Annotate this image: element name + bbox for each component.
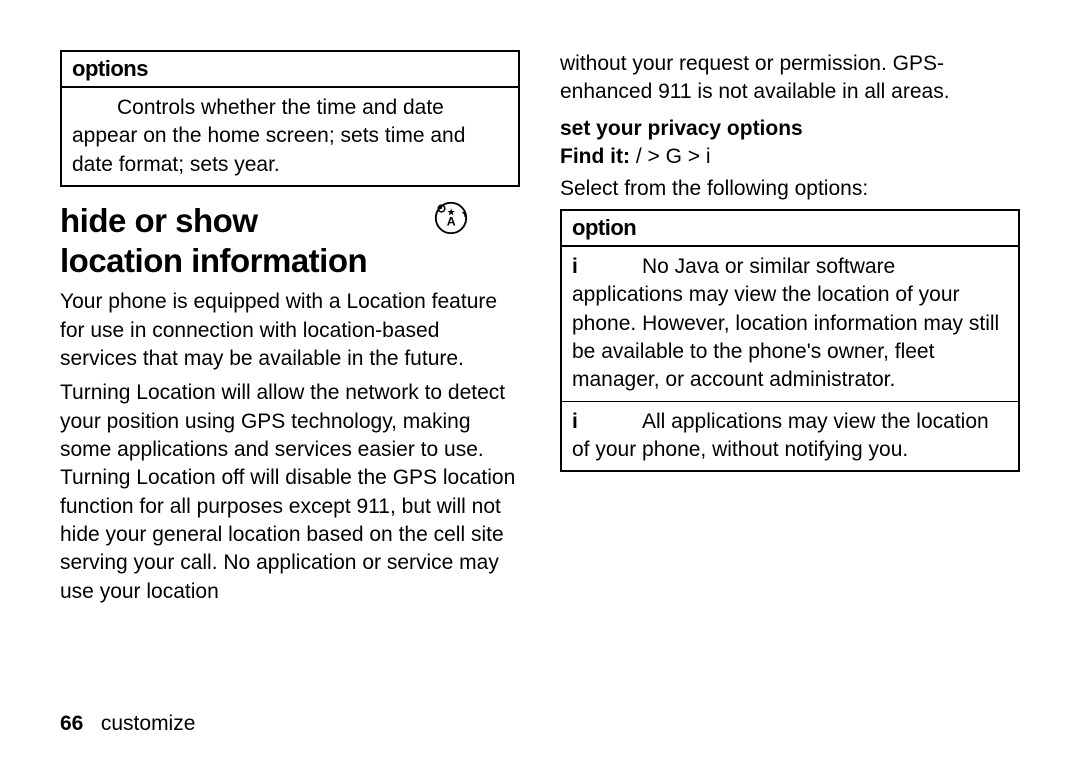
left-column: options Controls whether the time and da… xyxy=(60,50,520,612)
two-column-layout: options Controls whether the time and da… xyxy=(60,50,1020,612)
page-footer: 66 customize xyxy=(60,712,1020,736)
options-box-text: Controls whether the time and date appea… xyxy=(72,96,465,176)
options-box: options Controls whether the time and da… xyxy=(60,50,520,187)
find-it-label: Find it: xyxy=(560,145,630,168)
location-info-icon: ★ A xyxy=(432,199,470,237)
manual-page: options Controls whether the time and da… xyxy=(0,0,1080,766)
find-it-line: Find it: / > G > i xyxy=(560,145,1020,169)
option-row-1: iNo Java or similar software application… xyxy=(562,247,1018,402)
options-box-header: options xyxy=(62,52,518,88)
option-box: option iNo Java or similar software appl… xyxy=(560,209,1020,472)
right-column: without your request or permission. GPS-… xyxy=(560,50,1020,612)
option-row-1-label: i xyxy=(572,253,642,281)
option-box-header: option xyxy=(562,211,1018,247)
option-row-2-label: i xyxy=(572,408,642,436)
heading-line1: hide or show xyxy=(60,202,258,239)
option-row-2: iAll applications may view the location … xyxy=(562,402,1018,471)
page-number: 66 xyxy=(60,712,83,735)
footer-section: customize xyxy=(101,712,196,735)
select-intro: Select from the following options: xyxy=(560,175,1020,203)
heading-line2: location information xyxy=(60,242,367,279)
privacy-subheading: set your privacy options xyxy=(560,117,1020,141)
options-box-body: Controls whether the time and date appea… xyxy=(62,88,518,185)
continuation-para: without your request or permission. GPS-… xyxy=(560,50,1020,107)
location-detail-para: Turning Location will allow the network … xyxy=(60,379,520,606)
svg-text:A: A xyxy=(447,215,456,229)
location-intro-para: Your phone is equipped with a Location f… xyxy=(60,288,520,373)
find-it-path: / > G > i xyxy=(630,145,711,168)
section-heading: hide or show location information ★ A xyxy=(60,201,520,280)
